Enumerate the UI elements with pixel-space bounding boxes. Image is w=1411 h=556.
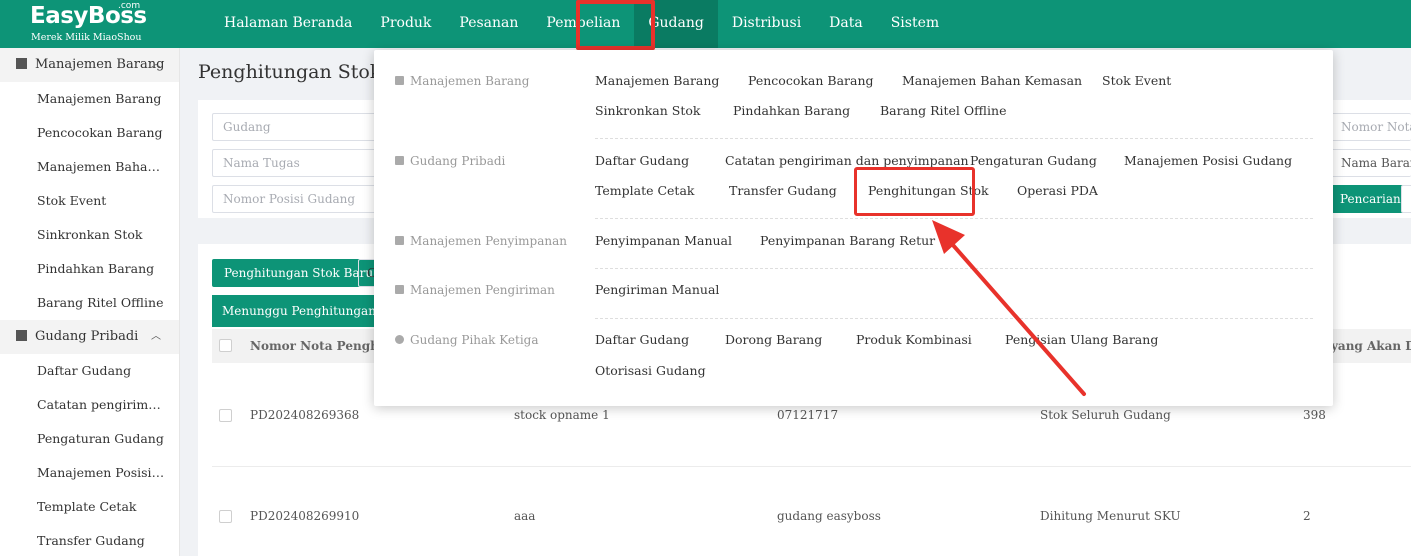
- row-qty: 398: [1303, 408, 1326, 422]
- row-name: stock opname 1: [514, 408, 610, 422]
- page-title: Penghitungan Stok: [198, 61, 382, 83]
- menu-link[interactable]: Pencocokan Barang: [748, 71, 874, 91]
- menu-link[interactable]: Penyimpanan Barang Retur: [760, 231, 935, 251]
- sidebar-group-label: Manajemen Barang: [35, 57, 165, 72]
- nomor-posisi-input[interactable]: Nomor Posisi Gudang: [212, 185, 382, 213]
- row-tipe: Dihitung Menurut SKU: [1040, 509, 1181, 523]
- menu-link[interactable]: Transfer Gudang: [729, 181, 837, 201]
- gudang-select[interactable]: Gudang: [212, 113, 382, 141]
- menu-link[interactable]: Otorisasi Gudang: [595, 361, 706, 381]
- menu-category-label: Manajemen Barang: [410, 74, 530, 88]
- menu-link[interactable]: Operasi PDA: [1017, 181, 1098, 201]
- chevron-up-icon: ︿: [151, 331, 161, 342]
- clipboard-icon: [16, 58, 27, 69]
- menu-link[interactable]: Barang Ritel Offline: [880, 101, 1006, 121]
- nama-barang-select[interactable]: Nama Barang: [1330, 149, 1411, 177]
- sidebar-group-manajemen-barang[interactable]: Manajemen Barang ︿: [0, 48, 179, 82]
- row-tipe: Stok Seluruh Gudang: [1040, 408, 1171, 422]
- nav-item-sistem[interactable]: Sistem: [877, 0, 953, 48]
- menu-link[interactable]: Sinkronkan Stok: [595, 101, 700, 121]
- row-no: PD202408269368: [250, 408, 360, 422]
- sidebar: Manajemen Barang ︿ Manajemen Barang Penc…: [0, 48, 180, 556]
- sidebar-item[interactable]: Catatan pengiriman da…: [0, 388, 179, 422]
- menu-link[interactable]: Manajemen Bahan Kemasan: [902, 71, 1082, 91]
- sidebar-item[interactable]: Sinkronkan Stok: [0, 218, 179, 252]
- nav-highlight-box: [576, 0, 655, 50]
- shield-icon: [395, 335, 404, 344]
- menu-category-label: Gudang Pribadi: [410, 154, 506, 168]
- sidebar-item[interactable]: Daftar Gudang: [0, 354, 179, 388]
- sidebar-group-label: Gudang Pribadi: [35, 329, 139, 344]
- menu-link[interactable]: Penyimpanan Manual: [595, 231, 732, 251]
- menu-divider: [595, 268, 1313, 269]
- menu-link[interactable]: Produk Kombinasi: [856, 330, 972, 350]
- menu-category-manajemen-pengiriman: Manajemen Pengiriman: [395, 280, 555, 300]
- menu-category-gudang-pihak-ketiga: Gudang Pihak Ketiga: [395, 330, 539, 350]
- sidebar-item[interactable]: Template Cetak: [0, 490, 179, 524]
- menu-link[interactable]: Template Cetak: [595, 181, 694, 201]
- row-qty: 2: [1303, 509, 1311, 523]
- nav-item-distribusi[interactable]: Distribusi: [718, 0, 815, 48]
- row-checkbox[interactable]: [219, 510, 232, 523]
- row-no: PD202408269910: [250, 509, 360, 523]
- menu-category-label: Manajemen Penyimpanan: [410, 234, 567, 248]
- row-checkbox[interactable]: [219, 409, 232, 422]
- menu-link[interactable]: Stok Event: [1102, 71, 1171, 91]
- nav-item-beranda[interactable]: Halaman Beranda: [210, 0, 366, 48]
- row-name: aaa: [514, 509, 536, 523]
- chevron-up-icon: ︿: [151, 59, 161, 70]
- nav-item-produk[interactable]: Produk: [366, 0, 445, 48]
- row-gudang: gudang easyboss: [777, 509, 881, 523]
- menu-category-label: Manajemen Pengiriman: [410, 283, 555, 297]
- menu-divider: [595, 218, 1313, 219]
- nav-item-data[interactable]: Data: [815, 0, 877, 48]
- row-divider: [212, 466, 1411, 467]
- sidebar-item[interactable]: Stok Event: [0, 184, 179, 218]
- sidebar-group-gudang-pribadi[interactable]: Gudang Pribadi ︿: [0, 320, 179, 354]
- box-icon: [395, 76, 404, 85]
- highlight-box-penghitungan-stok: [854, 167, 975, 216]
- sidebar-item[interactable]: Manajemen Bahan Ke…: [0, 150, 179, 184]
- nomor-nota-input[interactable]: Nomor Nota Pe: [1330, 113, 1411, 141]
- menu-category-label: Gudang Pihak Ketiga: [410, 333, 539, 347]
- menu-link[interactable]: Manajemen Barang: [595, 71, 719, 91]
- menu-divider: [595, 138, 1313, 139]
- sidebar-item[interactable]: Transfer Gudang: [0, 524, 179, 556]
- sidebar-item[interactable]: Pengaturan Gudang: [0, 422, 179, 456]
- truck-icon: [395, 285, 404, 294]
- menu-link[interactable]: Pindahkan Barang: [733, 101, 850, 121]
- menu-category-manajemen-barang: Manajemen Barang: [395, 71, 529, 91]
- inbox-icon: [395, 236, 404, 245]
- search-button[interactable]: Pencarian: [1330, 185, 1411, 213]
- sidebar-item[interactable]: Manajemen Posisi Gu…: [0, 456, 179, 490]
- menu-link[interactable]: Dorong Barang: [725, 330, 822, 350]
- gudang-dropdown-menu: Manajemen Barang Manajemen Barang Pencoc…: [374, 50, 1333, 406]
- reset-button[interactable]: [1401, 185, 1411, 213]
- sidebar-item[interactable]: Barang Ritel Offline: [0, 286, 179, 320]
- row-gudang: 07121717: [777, 408, 839, 422]
- top-navbar: EasyBoss .com Merek Milik MiaoShou Halam…: [0, 0, 1411, 48]
- sidebar-item[interactable]: Pindahkan Barang: [0, 252, 179, 286]
- nama-tugas-input[interactable]: Nama Tugas: [212, 149, 382, 177]
- menu-category-manajemen-penyimpanan: Manajemen Penyimpanan: [395, 231, 567, 251]
- menu-category-gudang-pribadi: Gudang Pribadi: [395, 151, 505, 171]
- menu-link[interactable]: Daftar Gudang: [595, 151, 689, 171]
- menu-link[interactable]: Daftar Gudang: [595, 330, 689, 350]
- menu-link[interactable]: Manajemen Posisi Gudang: [1124, 151, 1292, 171]
- sidebar-item[interactable]: Manajemen Barang: [0, 82, 179, 116]
- house-icon: [16, 330, 27, 341]
- menu-link[interactable]: Pengiriman Manual: [595, 280, 719, 300]
- logo-suffix: .com: [118, 1, 141, 11]
- nav-item-pesanan[interactable]: Pesanan: [445, 0, 532, 48]
- logo-tagline: Merek Milik MiaoShou: [31, 32, 142, 43]
- menu-divider: [595, 318, 1313, 319]
- house-icon: [395, 156, 404, 165]
- menu-link[interactable]: Pengaturan Gudang: [970, 151, 1097, 171]
- logo[interactable]: EasyBoss .com Merek Milik MiaoShou: [30, 1, 180, 45]
- sidebar-item[interactable]: Pencocokan Barang: [0, 116, 179, 150]
- select-all-checkbox[interactable]: [219, 339, 232, 352]
- menu-link[interactable]: Pengisian Ulang Barang: [1005, 330, 1158, 350]
